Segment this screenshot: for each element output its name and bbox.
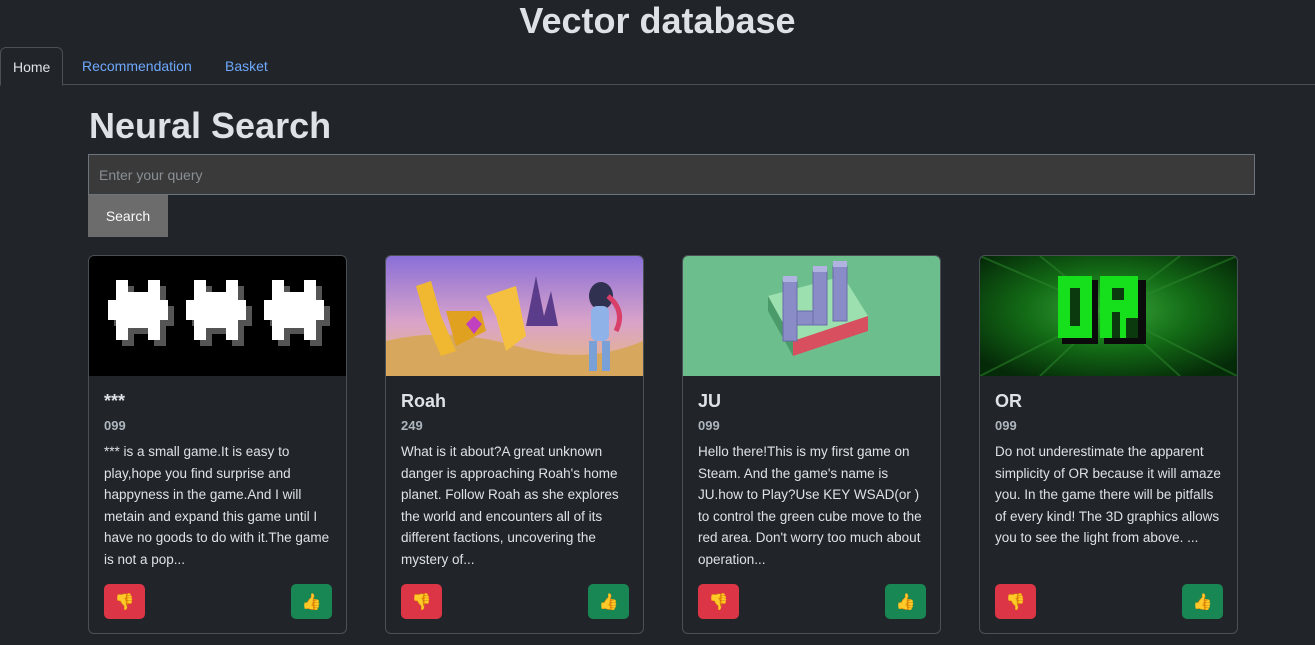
like-button[interactable]: 👍 bbox=[1182, 584, 1223, 619]
card-image[interactable] bbox=[89, 256, 346, 376]
game-card: JU 099 Hello there!This is my first game… bbox=[682, 255, 941, 634]
thumbs-down-icon: 👎 bbox=[1005, 592, 1026, 611]
dislike-button[interactable]: 👎 bbox=[698, 584, 739, 619]
thumbs-up-icon: 👍 bbox=[895, 592, 916, 611]
card-description: Do not underestimate the apparent simpli… bbox=[995, 444, 1221, 546]
thumbs-down-icon: 👎 bbox=[708, 592, 729, 611]
card-subtitle: 249 bbox=[401, 418, 423, 433]
card-title: OR bbox=[995, 391, 1022, 411]
card-description: *** is a small game.It is easy to play,h… bbox=[104, 444, 330, 567]
tab-home[interactable]: Home bbox=[0, 47, 64, 86]
card-description: What is it about?A great unknown danger … bbox=[401, 444, 619, 567]
like-button[interactable]: 👍 bbox=[291, 584, 332, 619]
page-title: Neural Search bbox=[89, 105, 332, 146]
card-subtitle: 099 bbox=[104, 418, 126, 433]
game-card: Roah 249 What is it about?A great unknow… bbox=[385, 255, 644, 634]
tab-recommendation[interactable]: Recommendation bbox=[66, 47, 208, 85]
thumbs-up-icon: 👍 bbox=[301, 592, 322, 611]
thumbs-down-icon: 👎 bbox=[411, 592, 432, 611]
card-subtitle: 099 bbox=[698, 418, 720, 433]
dislike-button[interactable]: 👎 bbox=[104, 584, 145, 619]
dislike-button[interactable]: 👎 bbox=[401, 584, 442, 619]
card-title: JU bbox=[698, 391, 722, 411]
thumbs-up-icon: 👍 bbox=[598, 592, 619, 611]
card-title: *** bbox=[104, 391, 126, 411]
like-button[interactable]: 👍 bbox=[885, 584, 926, 619]
game-card: *** 099 *** is a small game.It is easy t… bbox=[88, 255, 347, 634]
card-image[interactable] bbox=[980, 256, 1237, 376]
card-image[interactable] bbox=[683, 256, 940, 376]
dislike-button[interactable]: 👎 bbox=[995, 584, 1036, 619]
tab-bar: Home Recommendation Basket bbox=[0, 47, 1315, 86]
thumbs-up-icon: 👍 bbox=[1192, 592, 1213, 611]
game-card: OR 099 Do not underestimate the apparent… bbox=[979, 255, 1238, 634]
search-button[interactable]: Search bbox=[88, 195, 168, 237]
card-image[interactable] bbox=[386, 256, 643, 376]
thumbs-down-icon: 👎 bbox=[114, 592, 135, 611]
card-title: Roah bbox=[401, 391, 446, 411]
app-title: Vector database bbox=[519, 0, 796, 41]
tab-basket[interactable]: Basket bbox=[209, 47, 284, 85]
search-input[interactable] bbox=[88, 154, 1255, 195]
like-button[interactable]: 👍 bbox=[588, 584, 629, 619]
card-subtitle: 099 bbox=[995, 418, 1017, 433]
card-description: Hello there!This is my first game on Ste… bbox=[698, 444, 922, 567]
